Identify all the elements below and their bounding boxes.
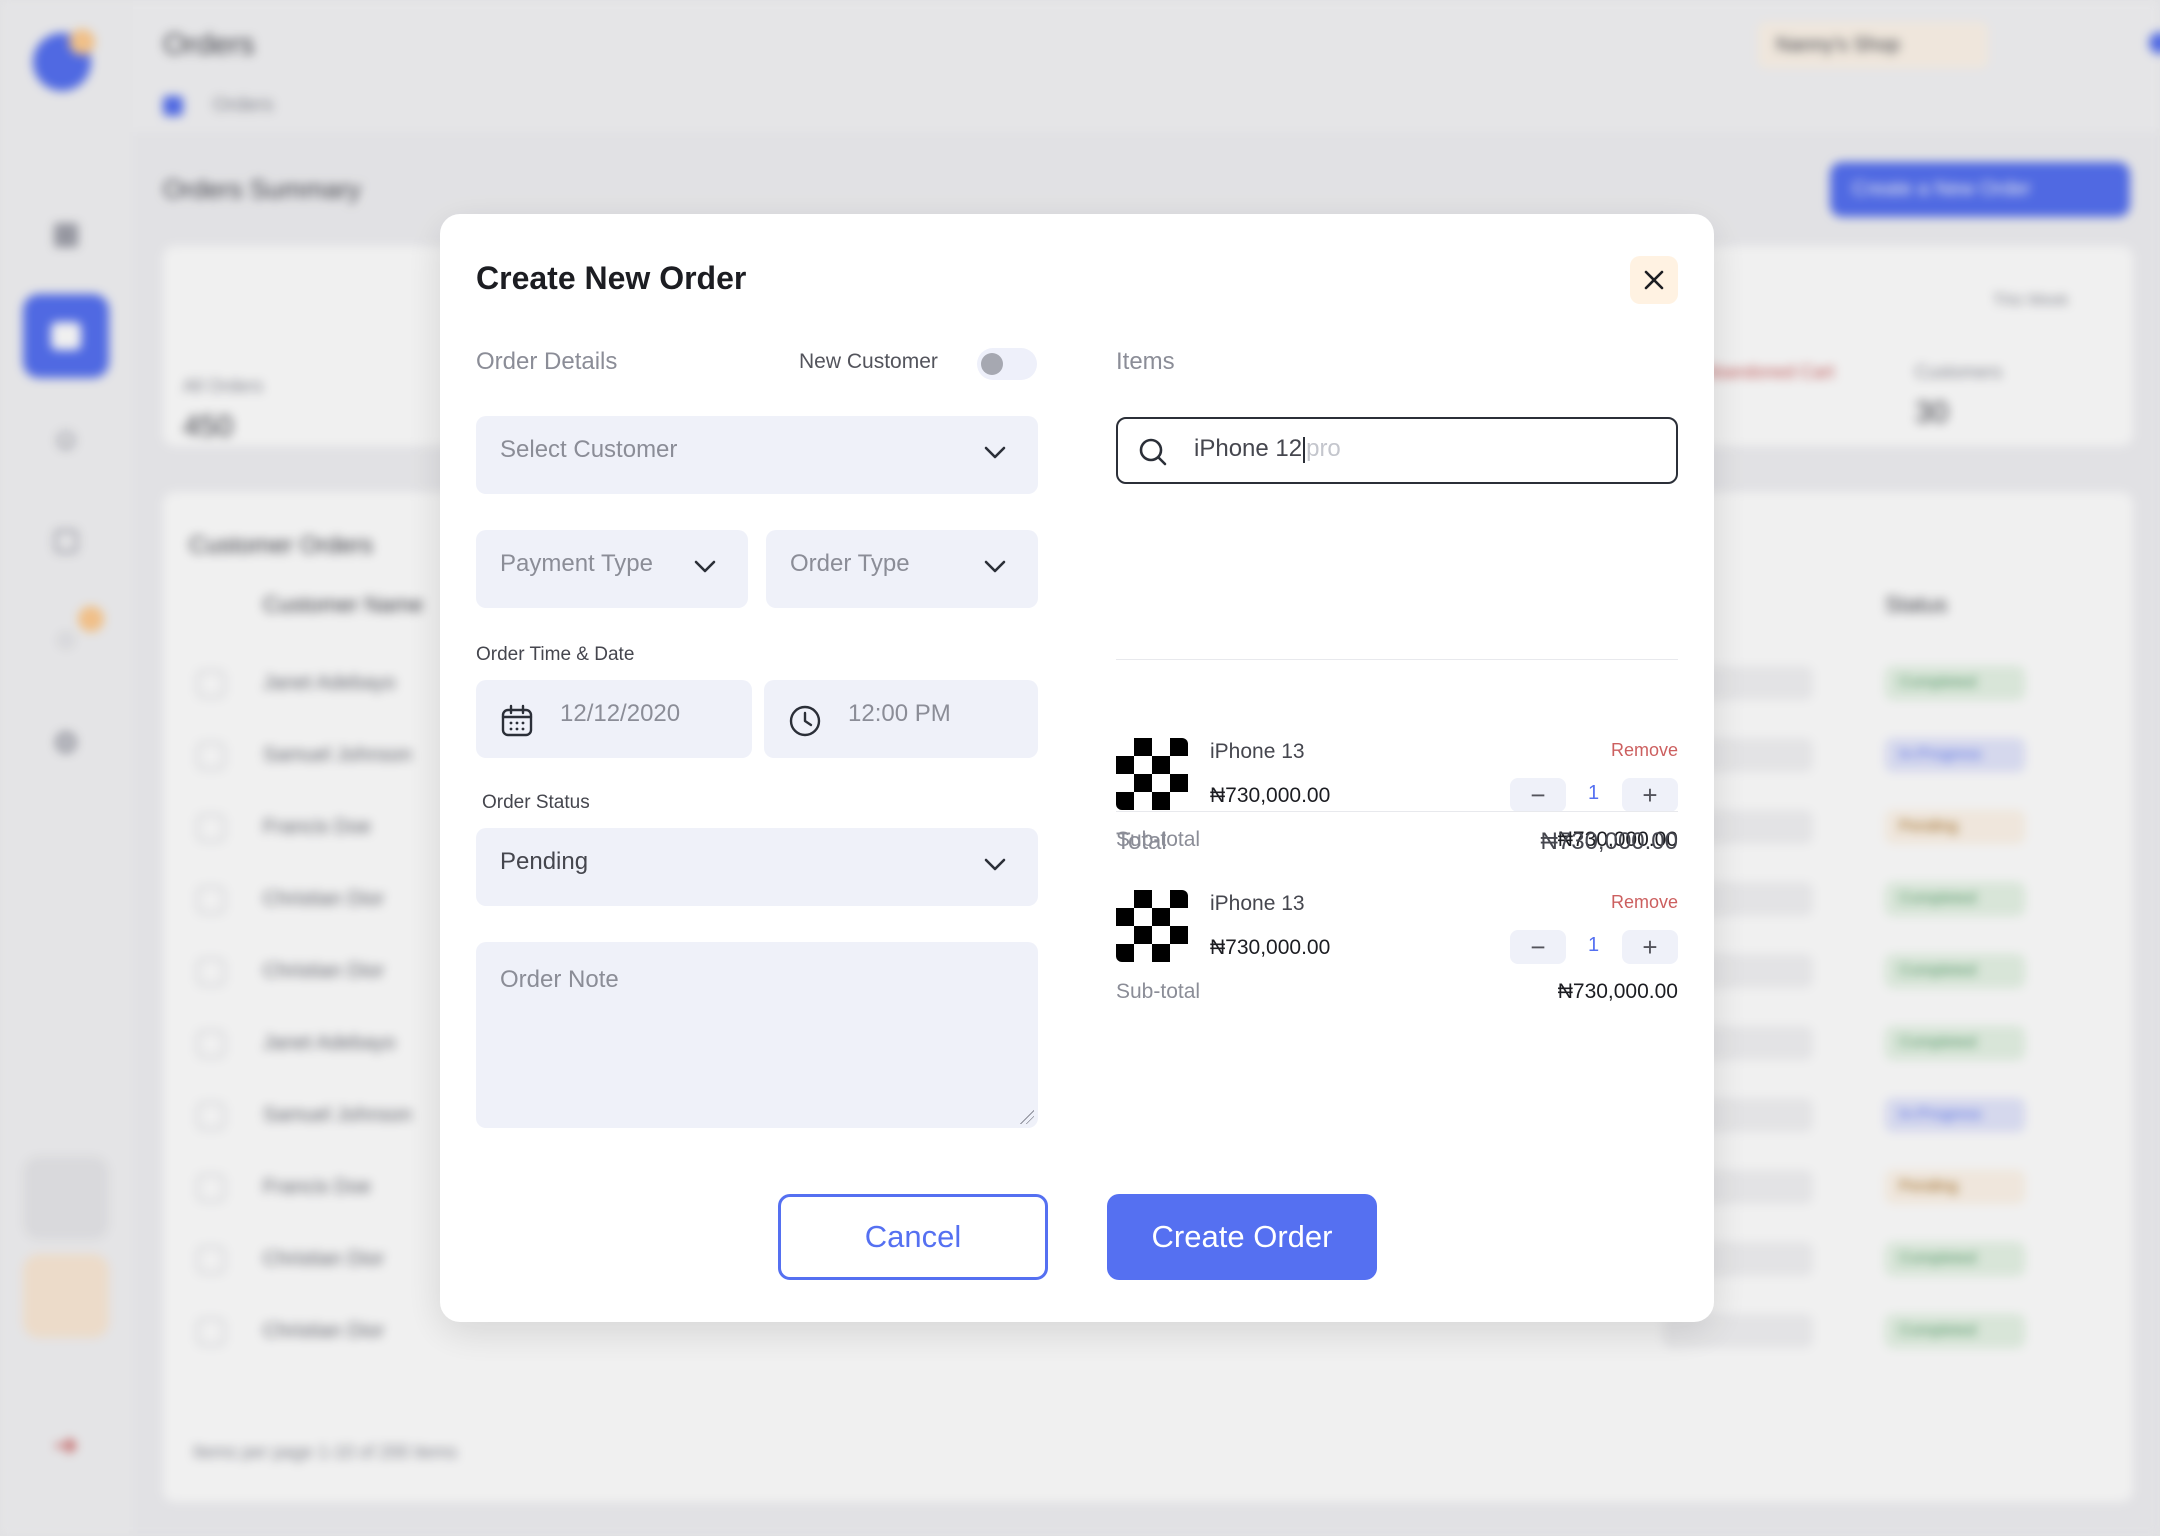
product-thumbnail <box>1116 890 1188 962</box>
order-status-label: Order Status <box>482 792 590 813</box>
item-divider <box>1116 811 1678 812</box>
text-cursor <box>1303 436 1306 463</box>
increase-qty-button[interactable]: + <box>1622 778 1678 812</box>
items-label: Items <box>1116 348 1175 375</box>
order-note-placeholder: Order Note <box>500 966 619 993</box>
search-typed-text: iPhone 12 <box>1194 435 1303 462</box>
order-time-label: Order Time & Date <box>476 644 635 665</box>
chevron-down-icon <box>984 446 1006 459</box>
order-details-label: Order Details <box>476 348 618 375</box>
search-suggestion: pro <box>1306 435 1341 462</box>
search-text: iPhone 12 pro <box>1194 435 1341 463</box>
select-customer-placeholder: Select Customer <box>500 436 678 463</box>
item-price: ₦730,000.00 <box>1210 936 1331 959</box>
date-picker[interactable]: 12/12/2020 <box>476 680 752 758</box>
calendar-icon <box>501 704 533 737</box>
remove-item-button[interactable]: Remove <box>1611 740 1678 761</box>
total-value: ₦730,000.00 <box>1540 828 1678 855</box>
product-thumbnail <box>1116 738 1188 810</box>
item-price: ₦730,000.00 <box>1210 784 1331 807</box>
chevron-down-icon <box>984 858 1006 871</box>
item-name: iPhone 13 <box>1210 892 1305 915</box>
resize-handle-icon[interactable] <box>1020 1110 1034 1124</box>
total-label: Total <box>1116 828 1167 855</box>
plus-icon: + <box>1642 779 1658 810</box>
cancel-button[interactable]: Cancel <box>778 1194 1048 1280</box>
minus-icon: − <box>1530 779 1546 810</box>
decrease-qty-button[interactable]: − <box>1510 778 1566 812</box>
time-value: 12:00 PM <box>848 700 951 727</box>
subtotal-label: Sub-total <box>1116 980 1201 1003</box>
minus-icon: − <box>1530 931 1546 962</box>
order-type-placeholder: Order Type <box>790 550 910 577</box>
plus-icon: + <box>1642 931 1658 962</box>
payment-type-dropdown[interactable]: Payment Type <box>476 530 748 608</box>
order-item: iPhone 13 ₦730,000.00 Remove − 1 + Sub-t… <box>1116 878 1678 1018</box>
increase-qty-button[interactable]: + <box>1622 930 1678 964</box>
item-qty: 1 <box>1588 782 1600 804</box>
chevron-down-icon <box>694 560 716 573</box>
time-picker[interactable]: 12:00 PM <box>764 680 1038 758</box>
order-status-value: Pending <box>500 848 589 875</box>
subtotal-value: ₦730,000.00 <box>1557 980 1678 1003</box>
order-status-dropdown[interactable]: Pending <box>476 828 1038 906</box>
payment-type-placeholder: Payment Type <box>500 550 653 577</box>
item-search-input[interactable]: iPhone 12 pro <box>1116 417 1678 484</box>
decrease-qty-button[interactable]: − <box>1510 930 1566 964</box>
item-name: iPhone 13 <box>1210 740 1305 763</box>
select-customer-dropdown[interactable]: Select Customer <box>476 416 1038 494</box>
remove-item-button[interactable]: Remove <box>1611 892 1678 913</box>
chevron-down-icon <box>984 560 1006 573</box>
order-type-dropdown[interactable]: Order Type <box>766 530 1038 608</box>
item-divider <box>1116 659 1678 660</box>
item-qty: 1 <box>1588 934 1600 956</box>
create-order-modal: Create New Order Order Details New Custo… <box>440 214 1714 1322</box>
close-icon <box>1644 270 1664 290</box>
search-icon <box>1139 438 1167 466</box>
clock-icon <box>789 705 821 737</box>
close-button[interactable] <box>1630 256 1678 304</box>
date-value: 12/12/2020 <box>560 700 681 727</box>
modal-title: Create New Order <box>476 260 747 296</box>
order-note-textarea[interactable]: Order Note <box>476 942 1038 1128</box>
new-customer-label: New Customer <box>799 350 938 373</box>
create-order-button[interactable]: Create Order <box>1107 1194 1377 1280</box>
new-customer-toggle[interactable] <box>977 348 1037 380</box>
